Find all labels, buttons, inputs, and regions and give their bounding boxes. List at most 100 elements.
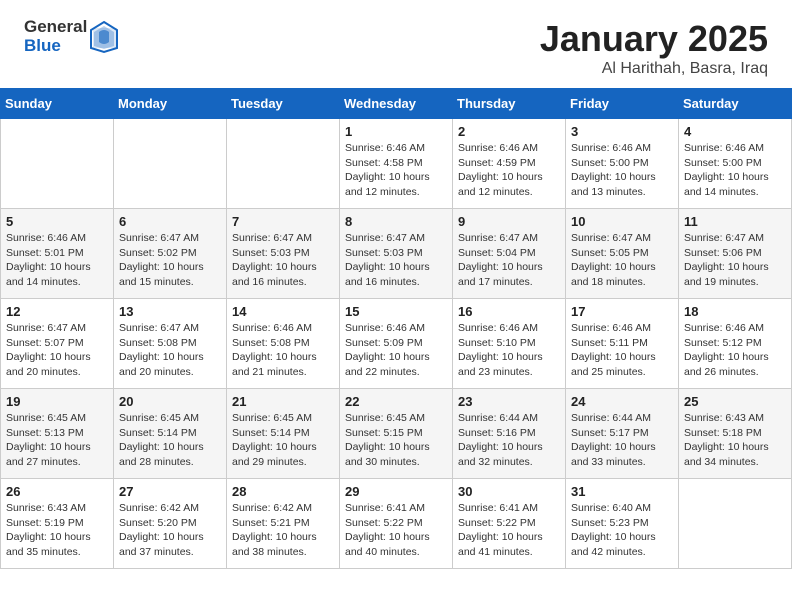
- day-info: Sunrise: 6:46 AM Sunset: 5:01 PM Dayligh…: [6, 231, 108, 290]
- day-info: Sunrise: 6:46 AM Sunset: 5:00 PM Dayligh…: [571, 141, 673, 200]
- day-number: 27: [119, 484, 221, 499]
- day-info: Sunrise: 6:45 AM Sunset: 5:14 PM Dayligh…: [119, 411, 221, 470]
- day-number: 14: [232, 304, 334, 319]
- day-info: Sunrise: 6:43 AM Sunset: 5:19 PM Dayligh…: [6, 501, 108, 560]
- day-number: 18: [684, 304, 786, 319]
- calendar-cell: 8 Sunrise: 6:47 AM Sunset: 5:03 PM Daylig…: [340, 209, 453, 299]
- calendar-week-2: 5 Sunrise: 6:46 AM Sunset: 5:01 PM Daylig…: [1, 209, 792, 299]
- day-info: Sunrise: 6:44 AM Sunset: 5:16 PM Dayligh…: [458, 411, 560, 470]
- day-number: 20: [119, 394, 221, 409]
- day-info: Sunrise: 6:46 AM Sunset: 5:09 PM Dayligh…: [345, 321, 447, 380]
- calendar-cell: 7 Sunrise: 6:47 AM Sunset: 5:03 PM Daylig…: [227, 209, 340, 299]
- day-info: Sunrise: 6:47 AM Sunset: 5:08 PM Dayligh…: [119, 321, 221, 380]
- calendar-cell: 30Sunrise: 6:41 AM Sunset: 5:22 PM Dayli…: [453, 479, 566, 569]
- logo-icon: [89, 20, 119, 54]
- day-info: Sunrise: 6:45 AM Sunset: 5:14 PM Dayligh…: [232, 411, 334, 470]
- day-number: 9: [458, 214, 560, 229]
- day-info: Sunrise: 6:42 AM Sunset: 5:20 PM Dayligh…: [119, 501, 221, 560]
- calendar-cell: 28 Sunrise: 6:42 AM Sunset: 5:21 PM Dayli…: [227, 479, 340, 569]
- calendar-cell: 17 Sunrise: 6:46 AM Sunset: 5:11 PM Dayli…: [566, 299, 679, 389]
- calendar-cell: [227, 119, 340, 209]
- calendar-cell: 19Sunrise: 6:45 AM Sunset: 5:13 PM Dayli…: [1, 389, 114, 479]
- day-info: Sunrise: 6:47 AM Sunset: 5:03 PM Dayligh…: [232, 231, 334, 290]
- calendar-cell: 25Sunrise: 6:43 AM Sunset: 5:18 PM Dayli…: [679, 389, 792, 479]
- calendar-header-saturday: Saturday: [679, 89, 792, 119]
- page-title: January 2025: [540, 18, 768, 60]
- day-number: 7: [232, 214, 334, 229]
- day-info: Sunrise: 6:46 AM Sunset: 5:00 PM Dayligh…: [684, 141, 786, 200]
- calendar-header-sunday: Sunday: [1, 89, 114, 119]
- day-info: Sunrise: 6:45 AM Sunset: 5:13 PM Dayligh…: [6, 411, 108, 470]
- calendar-cell: 9 Sunrise: 6:47 AM Sunset: 5:04 PM Daylig…: [453, 209, 566, 299]
- day-info: Sunrise: 6:47 AM Sunset: 5:02 PM Dayligh…: [119, 231, 221, 290]
- calendar-header-wednesday: Wednesday: [340, 89, 453, 119]
- day-number: 26: [6, 484, 108, 499]
- calendar-cell: 13 Sunrise: 6:47 AM Sunset: 5:08 PM Dayli…: [114, 299, 227, 389]
- day-info: Sunrise: 6:46 AM Sunset: 5:12 PM Dayligh…: [684, 321, 786, 380]
- title-block: January 2025 Al Harithah, Basra, Iraq: [540, 18, 768, 78]
- day-number: 17: [571, 304, 673, 319]
- day-info: Sunrise: 6:46 AM Sunset: 5:10 PM Dayligh…: [458, 321, 560, 380]
- day-number: 8: [345, 214, 447, 229]
- day-info: Sunrise: 6:47 AM Sunset: 5:07 PM Dayligh…: [6, 321, 108, 380]
- day-number: 16: [458, 304, 560, 319]
- calendar-cell: 31Sunrise: 6:40 AM Sunset: 5:23 PM Dayli…: [566, 479, 679, 569]
- day-info: Sunrise: 6:47 AM Sunset: 5:04 PM Dayligh…: [458, 231, 560, 290]
- calendar-cell: 12 Sunrise: 6:47 AM Sunset: 5:07 PM Dayli…: [1, 299, 114, 389]
- calendar-cell: 21 Sunrise: 6:45 AM Sunset: 5:14 PM Dayli…: [227, 389, 340, 479]
- calendar-week-1: 1 Sunrise: 6:46 AM Sunset: 4:58 PM Daylig…: [1, 119, 792, 209]
- calendar-table: SundayMondayTuesdayWednesdayThursdayFrid…: [0, 88, 792, 569]
- logo: General Blue: [24, 18, 119, 55]
- day-info: Sunrise: 6:43 AM Sunset: 5:18 PM Dayligh…: [684, 411, 786, 470]
- day-info: Sunrise: 6:41 AM Sunset: 5:22 PM Dayligh…: [458, 501, 560, 560]
- calendar-week-5: 26 Sunrise: 6:43 AM Sunset: 5:19 PM Dayli…: [1, 479, 792, 569]
- day-number: 10: [571, 214, 673, 229]
- calendar-cell: 2Sunrise: 6:46 AM Sunset: 4:59 PM Daylig…: [453, 119, 566, 209]
- day-info: Sunrise: 6:47 AM Sunset: 5:05 PM Dayligh…: [571, 231, 673, 290]
- day-number: 5: [6, 214, 108, 229]
- calendar-week-3: 12 Sunrise: 6:47 AM Sunset: 5:07 PM Dayli…: [1, 299, 792, 389]
- day-info: Sunrise: 6:46 AM Sunset: 5:08 PM Dayligh…: [232, 321, 334, 380]
- calendar-cell: [1, 119, 114, 209]
- calendar-cell: 4Sunrise: 6:46 AM Sunset: 5:00 PM Daylig…: [679, 119, 792, 209]
- day-info: Sunrise: 6:46 AM Sunset: 4:58 PM Dayligh…: [345, 141, 447, 200]
- day-number: 12: [6, 304, 108, 319]
- page-header: General Blue January 2025 Al Harithah, B…: [0, 0, 792, 88]
- day-number: 21: [232, 394, 334, 409]
- calendar-cell: 3 Sunrise: 6:46 AM Sunset: 5:00 PM Daylig…: [566, 119, 679, 209]
- calendar-cell: 26 Sunrise: 6:43 AM Sunset: 5:19 PM Dayli…: [1, 479, 114, 569]
- calendar-header-thursday: Thursday: [453, 89, 566, 119]
- calendar-cell: 1 Sunrise: 6:46 AM Sunset: 4:58 PM Daylig…: [340, 119, 453, 209]
- calendar-cell: 16 Sunrise: 6:46 AM Sunset: 5:10 PM Dayli…: [453, 299, 566, 389]
- day-number: 15: [345, 304, 447, 319]
- calendar-cell: 14 Sunrise: 6:46 AM Sunset: 5:08 PM Dayli…: [227, 299, 340, 389]
- day-number: 24: [571, 394, 673, 409]
- calendar-header-tuesday: Tuesday: [227, 89, 340, 119]
- calendar-cell: 24 Sunrise: 6:44 AM Sunset: 5:17 PM Dayli…: [566, 389, 679, 479]
- day-info: Sunrise: 6:42 AM Sunset: 5:21 PM Dayligh…: [232, 501, 334, 560]
- day-number: 23: [458, 394, 560, 409]
- day-info: Sunrise: 6:41 AM Sunset: 5:22 PM Dayligh…: [345, 501, 447, 560]
- day-info: Sunrise: 6:46 AM Sunset: 4:59 PM Dayligh…: [458, 141, 560, 200]
- day-info: Sunrise: 6:44 AM Sunset: 5:17 PM Dayligh…: [571, 411, 673, 470]
- day-number: 13: [119, 304, 221, 319]
- calendar-cell: 27 Sunrise: 6:42 AM Sunset: 5:20 PM Dayli…: [114, 479, 227, 569]
- day-info: Sunrise: 6:47 AM Sunset: 5:03 PM Dayligh…: [345, 231, 447, 290]
- calendar-header-row: SundayMondayTuesdayWednesdayThursdayFrid…: [1, 89, 792, 119]
- calendar-cell: 23 Sunrise: 6:44 AM Sunset: 5:16 PM Dayli…: [453, 389, 566, 479]
- calendar-cell: 29 Sunrise: 6:41 AM Sunset: 5:22 PM Dayli…: [340, 479, 453, 569]
- calendar-cell: 20 Sunrise: 6:45 AM Sunset: 5:14 PM Dayli…: [114, 389, 227, 479]
- calendar-cell: 18 Sunrise: 6:46 AM Sunset: 5:12 PM Dayli…: [679, 299, 792, 389]
- logo-general: General: [24, 18, 87, 37]
- day-number: 3: [571, 124, 673, 139]
- calendar-cell: 5 Sunrise: 6:46 AM Sunset: 5:01 PM Daylig…: [1, 209, 114, 299]
- day-number: 1: [345, 124, 447, 139]
- day-number: 22: [345, 394, 447, 409]
- calendar-header-monday: Monday: [114, 89, 227, 119]
- day-info: Sunrise: 6:40 AM Sunset: 5:23 PM Dayligh…: [571, 501, 673, 560]
- day-number: 28: [232, 484, 334, 499]
- day-info: Sunrise: 6:46 AM Sunset: 5:11 PM Dayligh…: [571, 321, 673, 380]
- day-number: 29: [345, 484, 447, 499]
- day-number: 11: [684, 214, 786, 229]
- calendar-cell: 10 Sunrise: 6:47 AM Sunset: 5:05 PM Dayli…: [566, 209, 679, 299]
